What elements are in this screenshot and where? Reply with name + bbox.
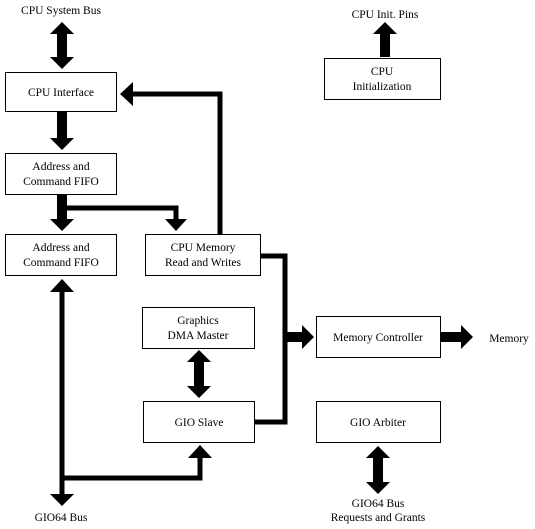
box-label: Memory Controller (333, 332, 423, 344)
cpu-initialization-box: CPU Initialization (324, 58, 441, 100)
cpu-system-bus-label: CPU System Bus (21, 5, 101, 17)
fifo-to-cpu-memory-line (62, 205, 179, 220)
box-label: CPU (371, 66, 394, 78)
gio64-requests-label: GIO64 Bus (352, 498, 405, 510)
box-label: Address and (32, 161, 89, 173)
memory-label: Memory (489, 333, 529, 345)
box-label: Address and (32, 242, 89, 254)
arrowhead-down (165, 219, 187, 231)
memory-bus-line (255, 253, 288, 425)
to-memory-controller-arrow (283, 325, 314, 349)
box-label: GIO Arbiter (350, 417, 406, 429)
cpu-init-pins-label: CPU Init. Pins (352, 9, 419, 21)
gio-slave-box: GIO Slave (143, 401, 255, 443)
arrowhead-left (120, 82, 133, 106)
gio64-to-slave-line (62, 457, 203, 481)
gio-arbiter-box: GIO Arbiter (316, 401, 441, 443)
graphics-dma-master-box: Graphics DMA Master (142, 307, 255, 349)
cpu-init-pins-arrow (373, 22, 397, 57)
box-label: Graphics (177, 315, 219, 327)
box-label: GIO Slave (175, 417, 224, 429)
arrowhead-up (188, 445, 212, 458)
gio64-bus-label: GIO64 Bus (35, 512, 88, 524)
box-label: Command FIFO (23, 176, 99, 188)
cpu-interface-box: CPU Interface (5, 72, 117, 112)
arrowhead-up (50, 279, 74, 292)
interface-to-fifo-arrow (50, 112, 74, 150)
dma-slave-double-arrow (187, 350, 211, 398)
box-label: Read and Writes (165, 257, 241, 269)
to-memory-arrow (441, 325, 473, 349)
box-label: DMA Master (167, 330, 228, 342)
address-command-fifo-box-1: Address and Command FIFO (5, 153, 117, 195)
box-label: CPU Memory (171, 242, 236, 254)
gio64-requests-label: Requests and Grants (331, 512, 426, 524)
block-diagram: CPU Interface Address and Command FIFO A… (5, 5, 529, 524)
gio-arbiter-double-arrow (366, 446, 390, 494)
cpu-memory-box: CPU Memory Read and Writes (145, 234, 261, 276)
box-label: Initialization (353, 81, 412, 93)
cpu-bus-double-arrow (50, 22, 74, 69)
memory-controller-box: Memory Controller (316, 316, 441, 358)
arrowhead-down (50, 494, 74, 506)
fifo-to-fifo-arrow (50, 195, 74, 231)
address-command-fifo-box-2: Address and Command FIFO (5, 234, 117, 276)
box-label: Command FIFO (23, 257, 99, 269)
box-label: CPU Interface (28, 87, 94, 99)
